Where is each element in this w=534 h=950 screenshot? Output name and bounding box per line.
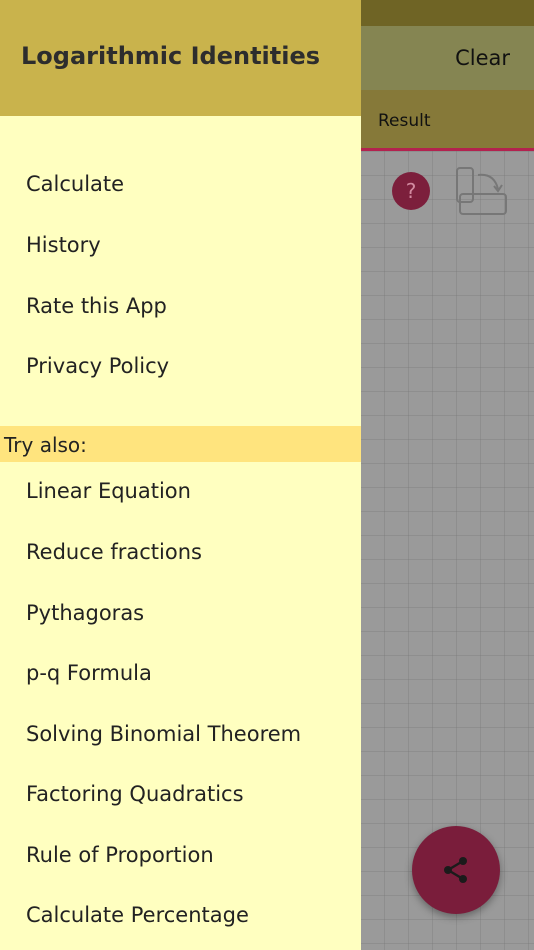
menu-item-history[interactable]: History [26,233,101,257]
navigation-drawer: Logarithmic Identities Calculate History… [0,0,361,950]
menu-item-privacy-policy[interactable]: Privacy Policy [26,354,169,378]
clear-button[interactable]: Clear [455,46,510,70]
try-item-binomial-theorem[interactable]: Solving Binomial Theorem [26,722,301,746]
try-item-linear-equation[interactable]: Linear Equation [26,479,191,503]
share-button[interactable] [412,826,500,914]
try-also-label: Try also: [4,433,87,457]
try-item-factoring-quadratics[interactable]: Factoring Quadratics [26,782,244,806]
try-item-pq-formula[interactable]: p-q Formula [26,661,152,685]
try-item-reduce-fractions[interactable]: Reduce fractions [26,540,202,564]
question-icon: ? [405,179,417,203]
drawer-header: Logarithmic Identities [0,0,361,116]
share-icon [444,857,467,883]
try-item-pythagoras[interactable]: Pythagoras [26,601,144,625]
try-item-rule-of-proportion[interactable]: Rule of Proportion [26,843,214,867]
rotate-device-icon[interactable] [454,165,512,219]
help-button[interactable]: ? [392,172,430,210]
menu-item-calculate[interactable]: Calculate [26,172,124,196]
drawer-title: Logarithmic Identities [21,42,321,70]
menu-item-rate-app[interactable]: Rate this App [26,294,167,318]
try-item-calculate-percentage[interactable]: Calculate Percentage [26,903,249,927]
tab-result[interactable]: Result [378,111,431,131]
